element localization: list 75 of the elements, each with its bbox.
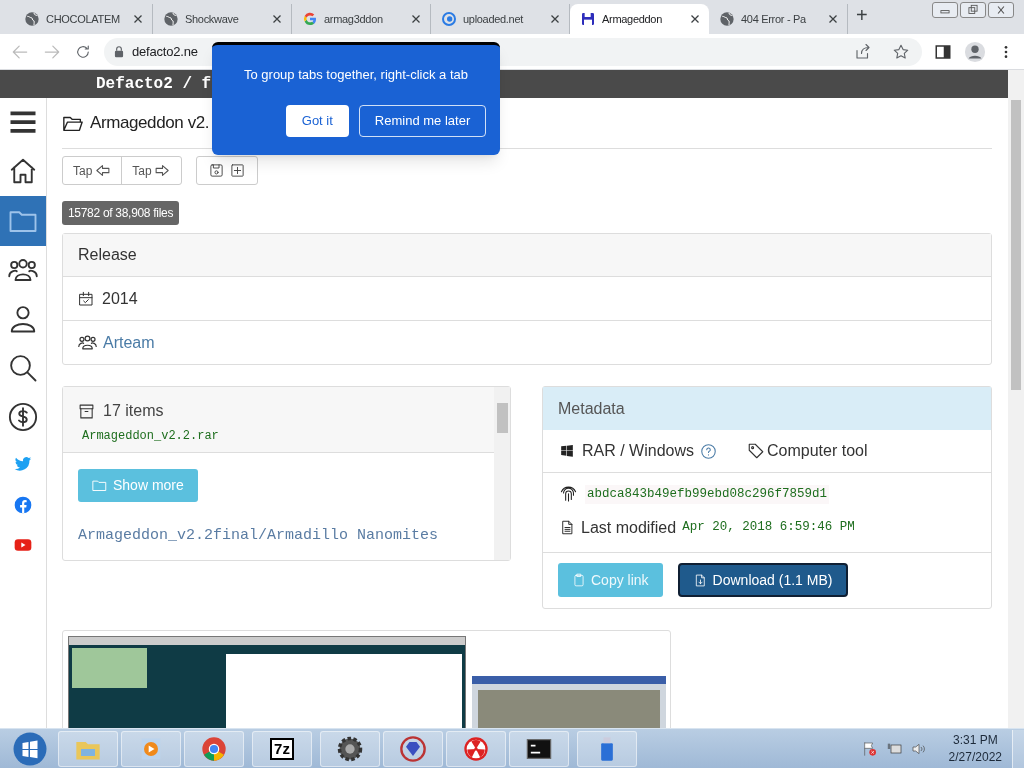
profile-icon[interactable]: [964, 40, 986, 63]
site-title: Defacto2 / f: [96, 74, 212, 95]
person-icon: [8, 304, 38, 334]
remind-later-button[interactable]: Remind me later: [358, 104, 487, 137]
new-tab-button[interactable]: +: [856, 0, 868, 30]
dollar-coin-icon: [8, 402, 38, 432]
browser-logo-icon: [200, 734, 228, 763]
modified-date: Apr 20, 2018 6:59:46 PM: [682, 519, 855, 537]
side-panel-icon[interactable]: [934, 42, 952, 61]
fingerprint-icon: [560, 485, 577, 503]
popup-message: To group tabs together, right-click a tab: [244, 66, 468, 84]
globe-icon: [24, 11, 40, 27]
taskbar-app-button[interactable]: 7z: [252, 730, 312, 767]
right-arrow-icon: [153, 162, 171, 179]
people-icon: [78, 333, 97, 352]
download-button[interactable]: Download (1.1 MB): [677, 563, 849, 598]
archive-filename: Armageddon_v2.2.rar: [82, 428, 220, 445]
plus-square-icon[interactable]: [229, 163, 245, 178]
7z-logo-icon: 7z: [270, 737, 294, 760]
archive-box-icon: [78, 402, 95, 420]
close-icon: [549, 13, 561, 25]
globe-icon: [719, 11, 735, 27]
radiation-icon: [462, 734, 490, 763]
save-icon[interactable]: [208, 163, 224, 178]
close-icon: [689, 13, 701, 25]
close-icon: [271, 13, 283, 25]
calendar-check-icon: [78, 290, 94, 307]
page-title: Armageddon v2.: [90, 112, 210, 135]
checksum-text: abdca843b49efb99ebd08c296f7859d1: [585, 485, 830, 504]
lock-icon: [112, 44, 126, 59]
gem-icon: [399, 734, 427, 763]
platform-text: RAR / Windows: [582, 441, 695, 461]
taskbar-app-button[interactable]: [320, 730, 380, 767]
scrollbar-thumb[interactable]: [496, 403, 508, 433]
gear-icon: [336, 734, 364, 763]
flag-error-icon[interactable]: [861, 740, 878, 757]
file-download-icon: [693, 572, 707, 588]
close-icon: [132, 13, 144, 25]
swirl-icon: [441, 11, 457, 27]
modified-label: Last modified: [581, 517, 677, 538]
group-link[interactable]: Arteam: [103, 330, 155, 355]
help-icon[interactable]: [700, 442, 718, 460]
facebook-icon: [13, 495, 33, 515]
card-header: Metadata: [543, 387, 991, 430]
next-button[interactable]: Tap: [121, 157, 181, 184]
archive-path: Armageddon_v2.2final/Armadillo Nanomites: [78, 526, 440, 546]
got-it-button[interactable]: Got it: [285, 104, 349, 137]
bird-icon: [13, 454, 33, 474]
document-icon: [560, 519, 575, 537]
release-year: 2014: [102, 288, 138, 309]
taskbar-app-button[interactable]: [509, 730, 569, 767]
home-icon: [8, 156, 38, 186]
category-text: Computer tool: [767, 441, 868, 461]
google-icon: [302, 11, 318, 27]
windows-orb-icon: [12, 730, 48, 767]
card-header: Release: [63, 234, 991, 277]
previous-button[interactable]: Tap: [63, 157, 122, 184]
folder-icon: [92, 478, 107, 493]
windows-logo-icon: [560, 444, 574, 458]
reload-icon[interactable]: [74, 42, 92, 61]
share-icon[interactable]: [854, 42, 872, 61]
clock[interactable]: 3:31 PM 2/27/2022: [948, 731, 1002, 766]
search-icon: [8, 353, 38, 383]
restore-icon[interactable]: [966, 3, 980, 17]
close-icon: [410, 13, 422, 25]
left-arrow-icon: [94, 162, 112, 179]
file-count-badge: 15782 of 38,908 files: [62, 201, 180, 225]
item-count: 17 items: [103, 401, 164, 421]
browser-tab[interactable]: Armageddon: [570, 4, 709, 34]
globe-icon: [163, 11, 179, 27]
tag-icon: [747, 442, 766, 460]
clipboard-icon: [572, 573, 586, 588]
close-icon: [827, 13, 839, 25]
star-icon[interactable]: [892, 42, 910, 61]
scrollbar-thumb[interactable]: [1011, 100, 1021, 390]
